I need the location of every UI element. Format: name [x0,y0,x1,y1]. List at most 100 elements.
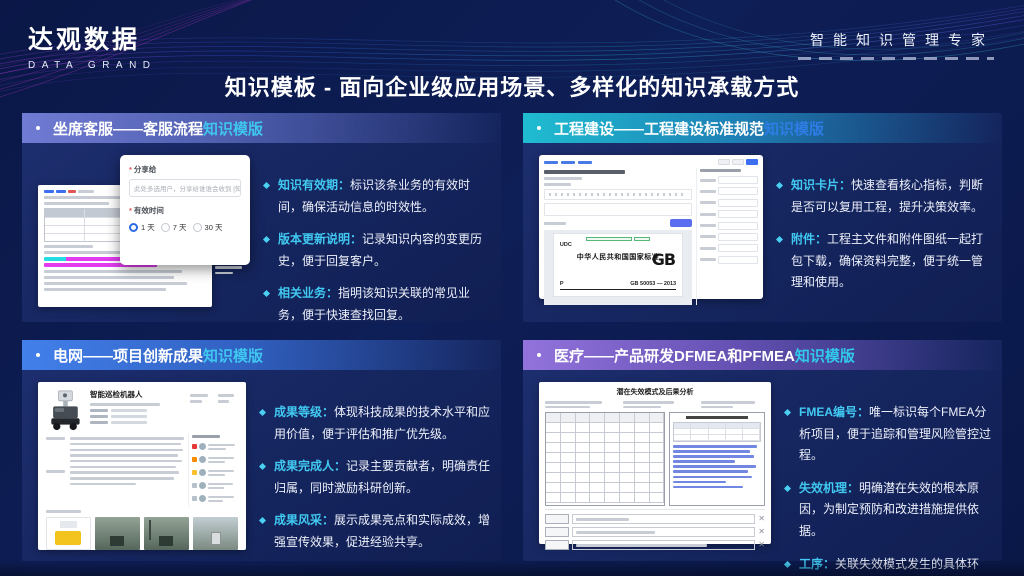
metadata-sidebar [696,168,758,305]
field-row [700,187,758,195]
text-line [218,394,234,397]
field-input[interactable] [718,233,758,241]
contributor-row [192,442,238,452]
primary-button[interactable] [746,159,758,165]
text-line [70,471,179,474]
radio-option-30day[interactable]: 30 天 [205,222,223,233]
footer-row: ✕ [545,514,765,524]
text-line [44,245,93,248]
rank-1-medal-icon [192,444,197,449]
row-label-box [545,540,569,550]
table-cell [691,435,708,441]
share-popup: *分享给 此处多选用户，分享给谁谁会收到 [知 *有效时间 1 天 7 天 30… [120,155,250,265]
link[interactable] [544,161,558,164]
share-user-input[interactable]: 此处多选用户，分享给谁谁会收到 [知 [129,179,241,197]
table-cell [605,463,620,473]
attachment-tag [560,237,676,241]
radio-selected-icon[interactable] [129,223,138,232]
screenshot-thumbnail-medical: 潜在失效模式及后果分析 [539,382,771,544]
table-cell [743,435,760,441]
field-input[interactable] [718,256,758,264]
secondary-button[interactable] [718,159,730,165]
logo-chinese-text: 达观数据 [28,20,157,56]
table-cell [590,423,605,433]
field-input[interactable] [718,187,758,195]
table-cell [650,493,665,503]
table-cell [561,453,576,463]
bullet-text: 成果等级：体现科技成果的技术水平和应用价值，便于评估和推广优先级。 [274,402,491,445]
panel-title: 工程建设——工程建设标准规范知识模版 [554,118,824,139]
text-line [673,476,752,479]
field-input[interactable] [718,176,758,184]
fmea-main [545,412,765,506]
editor-toolbar[interactable] [544,189,692,200]
bullet-item: 知识卡片：快速查看核心指标，判断是否可以复用工程，提升决策效率。 [777,175,992,218]
field-label-line [700,179,716,182]
upload-button[interactable] [670,219,692,227]
field-input[interactable] [718,199,758,207]
field-row [90,409,190,412]
field-label-line [700,247,716,250]
table-cell [635,453,650,463]
field-row [700,210,758,218]
table-cell [620,433,635,443]
link[interactable] [561,161,575,164]
paragraph-labels [46,434,66,507]
radio-icon[interactable] [161,223,170,232]
table-cell [650,473,665,483]
panel-title-text: 电网——项目创新成果 [53,348,203,365]
bullet-text: 相关业务：指明该知识关联的常见业务，便于快速查找回复。 [278,283,491,326]
table-cell [650,463,665,473]
panel-header: 电网——项目创新成果知识模版 [22,340,501,370]
contributor-lines [208,442,238,452]
diamond-bullet-icon [784,485,791,492]
bullet-dot-icon [36,353,40,357]
text-line [673,455,754,458]
field-row [700,222,758,230]
editor-input[interactable] [544,203,692,216]
text-line [545,401,602,404]
radio-option-1day[interactable]: 1 天 [141,222,155,233]
table-cell [620,463,635,473]
table-cell [620,483,635,493]
contributor-lines [208,455,238,465]
row-label-box [545,527,569,537]
radio-icon[interactable] [193,223,202,232]
panel-title-accent: 知识模版 [764,121,824,138]
table-cell [546,433,561,443]
link[interactable] [578,161,592,164]
text-line [70,454,178,457]
text-line [70,449,183,452]
text-line [208,444,235,447]
diamond-bullet-icon [263,236,270,243]
field-row [90,415,190,418]
field-label-line [700,258,716,261]
diamond-bullet-icon [776,236,783,243]
topbar-buttons [718,159,758,165]
app-topbar [544,159,758,165]
field-label-line [700,235,716,238]
field-input[interactable] [718,222,758,230]
table-cell [726,435,743,441]
bottom-fade [0,560,1024,576]
table-cell [605,413,620,423]
field-input[interactable] [718,244,758,252]
text-line [208,470,234,473]
tag-chip [634,237,650,241]
text-line [44,270,182,273]
secondary-button[interactable] [732,159,744,165]
table-cell [561,493,576,503]
table-cell [546,413,561,423]
close-icon[interactable]: ✕ [758,528,765,536]
text-line [208,496,234,499]
table-cell [576,433,591,443]
rank-medal-icon [192,496,197,501]
close-icon[interactable]: ✕ [758,515,765,523]
field-input[interactable] [718,210,758,218]
text-line [46,437,65,440]
radio-option-7day[interactable]: 7 天 [173,222,187,233]
table-cell [635,433,650,443]
panel-engineering: 工程建设——工程建设标准规范知识模版 [523,113,1002,322]
fmea-footer-rows: ✕ ✕ ✕ [545,509,765,550]
close-icon[interactable]: ✕ [758,541,765,549]
